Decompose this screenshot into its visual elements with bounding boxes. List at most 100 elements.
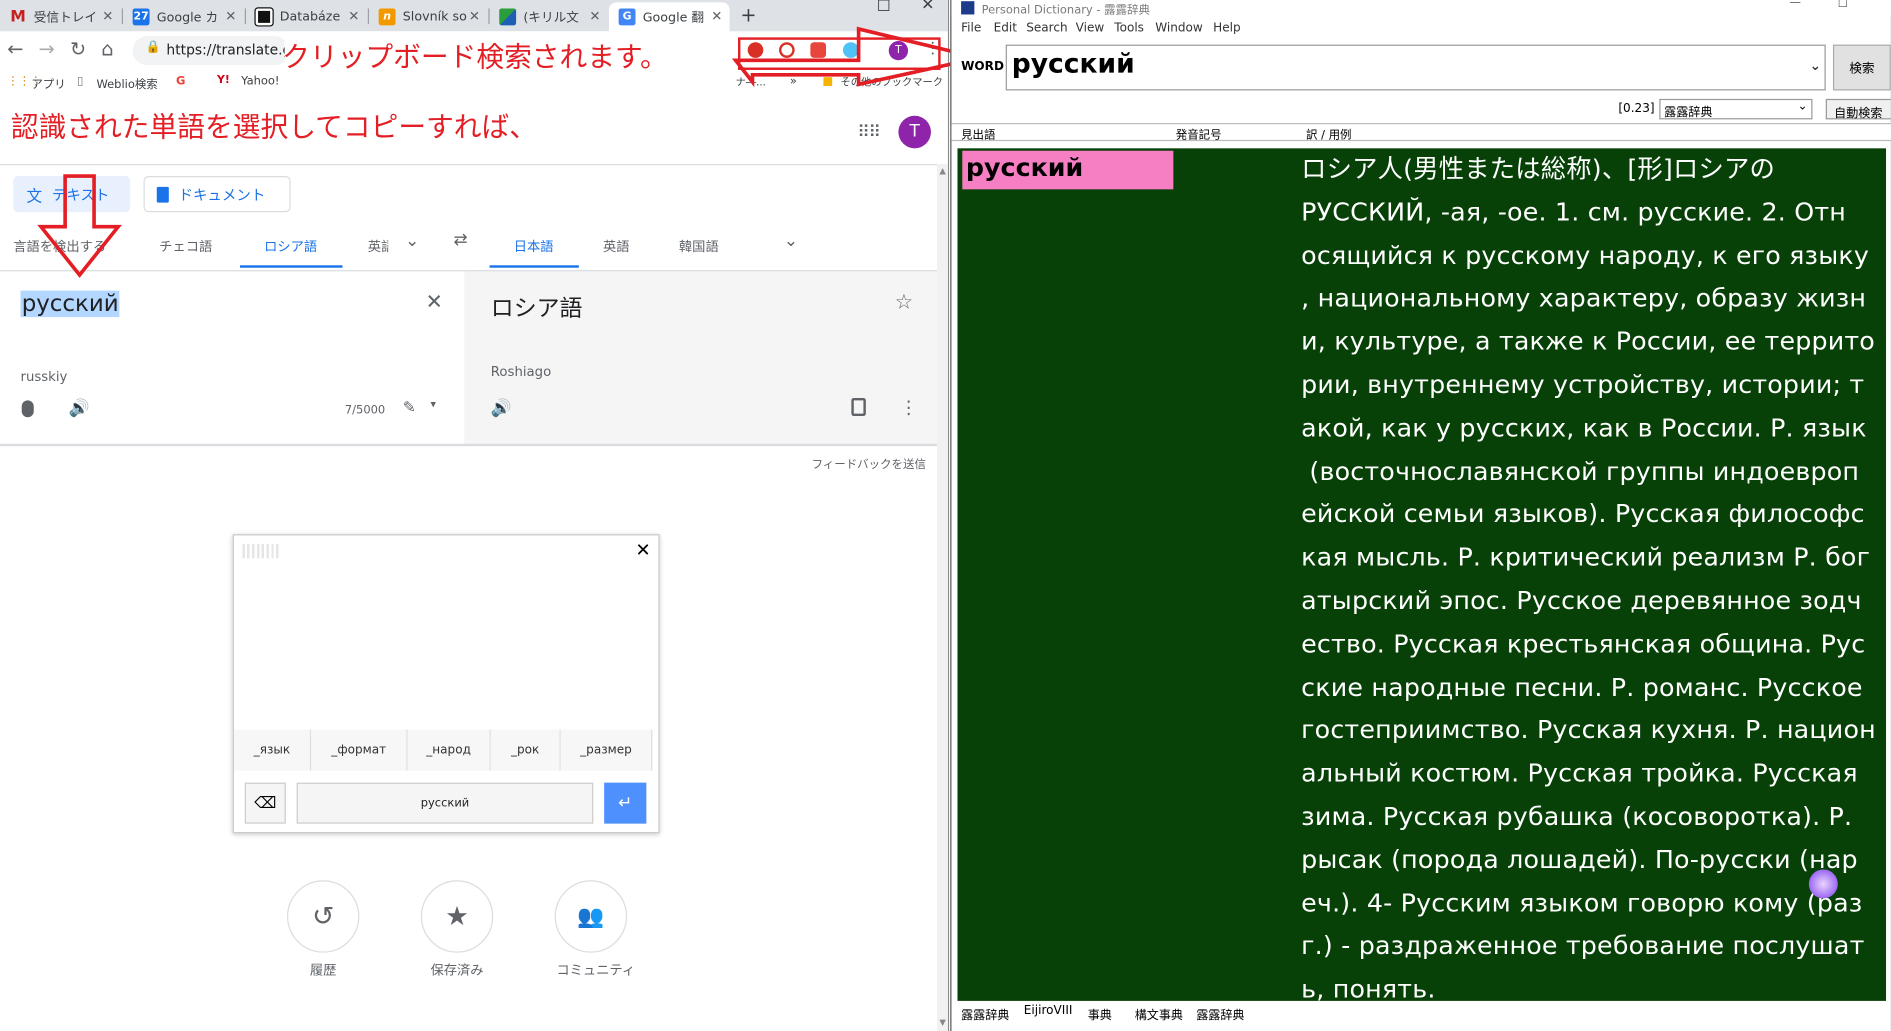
scroll-down-icon[interactable]: ▼ bbox=[939, 1018, 946, 1028]
account-avatar[interactable]: T bbox=[898, 115, 931, 149]
forward-icon[interactable]: → bbox=[39, 37, 55, 60]
suggestion-item[interactable]: _язык bbox=[233, 729, 312, 771]
source-lang-russian[interactable]: ロシア語 bbox=[264, 236, 317, 255]
menu-help[interactable]: Help bbox=[1213, 22, 1241, 35]
menu-file[interactable]: File bbox=[961, 22, 981, 35]
tab-label: Slovník so bbox=[402, 9, 467, 25]
source-lang-english[interactable]: 英語 bbox=[368, 236, 389, 255]
close-window-icon[interactable]: ✕ bbox=[921, 0, 934, 14]
chevron-down-icon[interactable]: ⌄ bbox=[784, 232, 798, 251]
more-options-icon[interactable]: ⋮ bbox=[900, 397, 918, 419]
copy-icon[interactable] bbox=[851, 397, 866, 417]
source-text[interactable]: русский bbox=[20, 290, 120, 318]
close-icon[interactable]: ✕ bbox=[102, 8, 113, 24]
speaker-icon[interactable]: 🔊 bbox=[491, 399, 512, 418]
col-headword[interactable]: 見出語 bbox=[961, 125, 995, 142]
star-icon[interactable]: ☆ bbox=[895, 291, 913, 315]
bookmark-apps[interactable]: アプリ bbox=[31, 75, 65, 91]
dict-tab[interactable]: EijiroVIII bbox=[1024, 1005, 1073, 1018]
col-pronunciation[interactable]: 発音記号 bbox=[1176, 125, 1222, 142]
floating-widget-icon[interactable] bbox=[1808, 869, 1838, 899]
target-lang-english[interactable]: 英語 bbox=[603, 236, 630, 255]
tab-kiriru[interactable]: (キリル文 ✕ bbox=[490, 2, 608, 31]
definition-line: ロシア人(男性または総称)、[形]ロシアの bbox=[1301, 154, 1775, 184]
scroll-up-icon[interactable]: ▲ bbox=[939, 166, 946, 176]
suggestion-item[interactable]: _размер bbox=[560, 729, 653, 771]
search-button[interactable]: 検索 bbox=[1832, 44, 1891, 91]
virtual-keyboard-popup: ✕ _язык _формат _народ _рок _размер ⌫ ру… bbox=[232, 534, 660, 834]
suggestion-item[interactable]: _рок bbox=[490, 729, 561, 771]
back-icon[interactable]: ← bbox=[7, 37, 23, 60]
target-lang-korean[interactable]: 韓国語 bbox=[679, 236, 719, 255]
chevron-down-icon[interactable]: ⌄ bbox=[405, 232, 419, 251]
close-icon[interactable]: ✕ bbox=[348, 8, 359, 24]
bookmark-weblio[interactable]: Weblio検索 bbox=[96, 75, 157, 91]
star-icon[interactable]: ★ bbox=[420, 880, 494, 953]
menu-window[interactable]: Window bbox=[1155, 22, 1203, 35]
new-tab-button[interactable]: + bbox=[740, 4, 756, 27]
close-icon[interactable]: ✕ bbox=[469, 8, 480, 24]
auto-search-toggle[interactable]: 自動検索 bbox=[1825, 98, 1891, 121]
menu-tools[interactable]: Tools bbox=[1114, 22, 1144, 35]
history-icon[interactable]: ↺ bbox=[287, 880, 360, 953]
tab-google-calendar[interactable]: 27 Google カ ✕ bbox=[123, 2, 244, 31]
home-icon[interactable]: ⌂ bbox=[101, 37, 113, 60]
target-lang-japanese[interactable]: 日本語 bbox=[514, 236, 554, 255]
document-icon bbox=[156, 186, 169, 202]
clear-text-icon[interactable]: ✕ bbox=[426, 291, 443, 315]
maximize-icon[interactable]: ☐ bbox=[877, 0, 891, 16]
chevron-down-icon[interactable]: ⌄ bbox=[1810, 58, 1821, 74]
menu-search[interactable]: Search bbox=[1026, 22, 1067, 35]
reload-icon[interactable]: ↻ bbox=[70, 37, 86, 60]
history-label: 履歴 bbox=[309, 962, 337, 978]
document-mode-button[interactable]: ドキュメント bbox=[143, 176, 291, 213]
bookmark-google[interactable]: G bbox=[176, 75, 185, 88]
community-icon[interactable]: 👥 bbox=[554, 880, 628, 953]
minimize-icon[interactable]: — bbox=[1790, 0, 1801, 10]
definition-line: акой, как у русских, как в России. Р. яз… bbox=[1301, 413, 1867, 443]
tab-slovnik[interactable]: n Slovník so ✕ bbox=[369, 2, 487, 31]
yahoo-icon: Y! bbox=[217, 74, 230, 87]
scrollbar[interactable]: ▲ ▼ bbox=[936, 164, 948, 1031]
annotation-select-copy: 認識された単語を選択してコピーすれば、 bbox=[10, 112, 538, 144]
tab-gmail[interactable]: M 受信トレイ ✕ bbox=[0, 2, 121, 31]
dict-tab[interactable]: 露露辞典 bbox=[1196, 1005, 1244, 1022]
speaker-icon[interactable]: 🔊 bbox=[69, 399, 90, 418]
microphone-icon[interactable] bbox=[21, 400, 34, 418]
close-icon[interactable]: ✕ bbox=[589, 8, 600, 24]
keyboard-input-field[interactable]: русский bbox=[296, 782, 594, 824]
swap-languages-icon[interactable]: ⇄ bbox=[453, 230, 467, 249]
backspace-icon[interactable]: ⌫ bbox=[244, 782, 286, 824]
enter-icon[interactable]: ↵ bbox=[604, 782, 647, 824]
drag-handle[interactable] bbox=[242, 543, 279, 559]
source-lang-czech[interactable]: チェコ語 bbox=[159, 236, 212, 255]
close-icon[interactable]: ✕ bbox=[225, 8, 236, 24]
document-mode-label: ドキュメント bbox=[178, 186, 266, 204]
pencil-icon[interactable]: ✎ bbox=[403, 399, 416, 417]
dict-tab[interactable]: 露露辞典 bbox=[961, 1005, 1009, 1022]
dict-tab[interactable]: 事典 bbox=[1088, 1005, 1112, 1022]
tab-google-translate[interactable]: G Google 翻 ✕ bbox=[608, 2, 730, 32]
maximize-icon[interactable]: ☐ bbox=[1838, 0, 1848, 11]
col-translation[interactable]: 訳 / 用例 bbox=[1306, 125, 1352, 142]
close-icon[interactable]: ✕ bbox=[711, 8, 722, 24]
close-keyboard-icon[interactable]: ✕ bbox=[636, 539, 651, 561]
definition-line: еч.). 4- Русским языком говорю кому (раз bbox=[1301, 888, 1863, 918]
suggestion-item[interactable]: _формат bbox=[311, 729, 408, 771]
bookmark-yahoo[interactable]: Yahoo! bbox=[241, 75, 279, 88]
tab-databaze[interactable]: Databáze ✕ bbox=[246, 2, 367, 31]
menu-view[interactable]: View bbox=[1076, 22, 1105, 35]
dictionary-window: Personal Dictionary - 露露辞典 — ☐ File Edit… bbox=[950, 0, 1891, 1031]
address-bar[interactable]: 🔒 https://translate.go bbox=[132, 36, 290, 66]
headword-cell[interactable]: русский bbox=[962, 150, 1174, 190]
feedback-link[interactable]: フィードバックを送信 bbox=[812, 455, 926, 471]
apps-grid-icon[interactable]: ⠿⠿ bbox=[857, 123, 881, 142]
menu-edit[interactable]: Edit bbox=[994, 22, 1017, 35]
source-transliteration: russkiy bbox=[20, 369, 68, 385]
dropdown-arrow-icon[interactable]: ▾ bbox=[431, 399, 436, 411]
word-input[interactable]: русский ⌄ bbox=[1005, 44, 1826, 91]
dict-tab[interactable]: 構文事典 bbox=[1135, 1005, 1183, 1022]
suggestion-item[interactable]: _народ bbox=[407, 729, 491, 771]
dictionary-select[interactable]: 露露辞典 ⌄ bbox=[1659, 98, 1813, 120]
chevron-down-icon: ⌄ bbox=[1797, 100, 1808, 114]
